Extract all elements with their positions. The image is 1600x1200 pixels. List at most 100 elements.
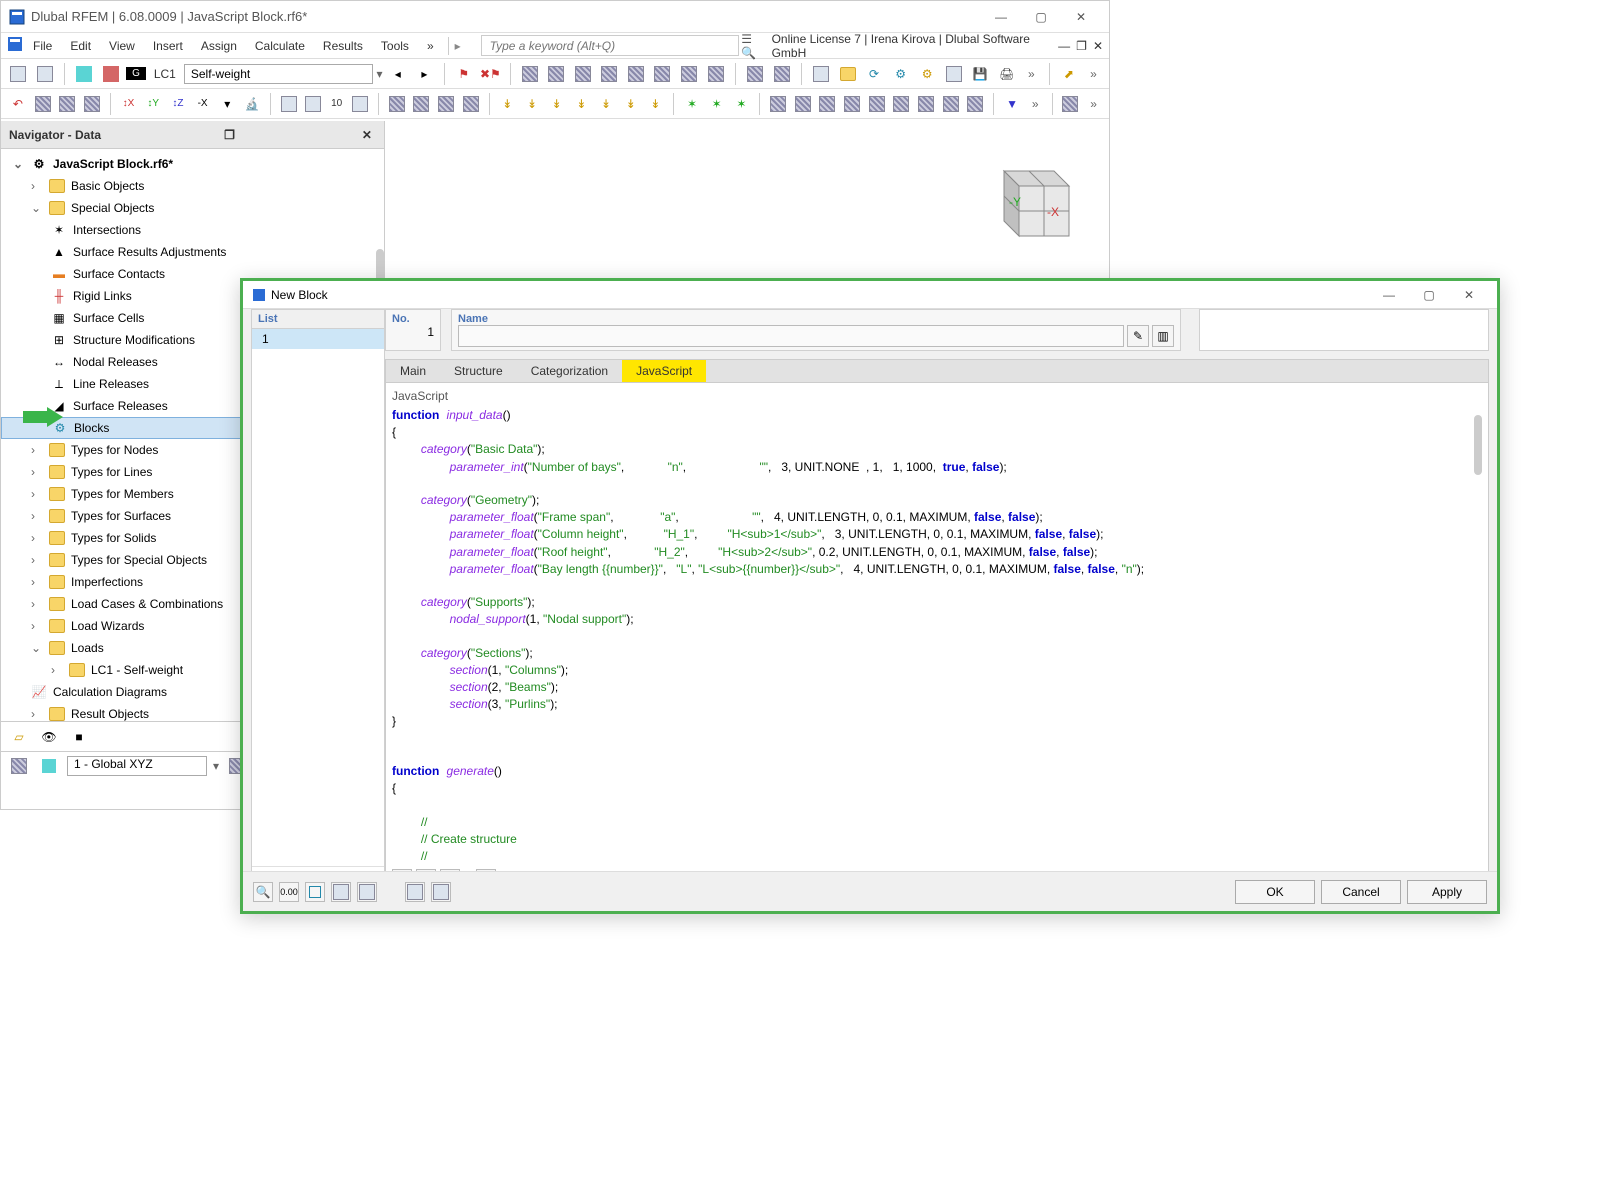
tree-intersections[interactable]: ✶Intersections bbox=[1, 219, 384, 241]
tb-folder-icon[interactable] bbox=[836, 62, 859, 86]
tb2-green3-icon[interactable]: ✶ bbox=[731, 92, 753, 116]
menu-assign[interactable]: Assign bbox=[193, 37, 245, 55]
tb2-obj1-icon[interactable] bbox=[767, 92, 789, 116]
menu-calculate[interactable]: Calculate bbox=[247, 37, 313, 55]
footer-view2-icon[interactable] bbox=[331, 882, 351, 902]
tb2-load3-icon[interactable]: ↡ bbox=[546, 92, 568, 116]
footer-view1-icon[interactable] bbox=[305, 882, 325, 902]
tb2-cube2-icon[interactable] bbox=[56, 92, 78, 116]
tb2-y-axis-icon[interactable]: ↕Y bbox=[142, 92, 164, 116]
tb2-obj2-icon[interactable] bbox=[792, 92, 814, 116]
footer-help-icon[interactable]: 🔍 bbox=[253, 882, 273, 902]
tb-vis-10-icon[interactable] bbox=[770, 62, 793, 86]
tb-vis-1-icon[interactable] bbox=[519, 62, 542, 86]
tb-save-icon[interactable]: 💾 bbox=[969, 62, 992, 86]
tb-flag-red-icon[interactable]: ⚑ bbox=[453, 62, 476, 86]
tb-vis-2-icon[interactable] bbox=[545, 62, 568, 86]
tb2-load4-icon[interactable]: ↡ bbox=[571, 92, 593, 116]
tb-flag-x-icon[interactable]: ✖⚑ bbox=[479, 62, 502, 86]
tb2-mesh2-icon[interactable] bbox=[410, 92, 432, 116]
tb2-obj7-icon[interactable] bbox=[915, 92, 937, 116]
nav-tab-eye-icon[interactable]: 👁 bbox=[37, 725, 61, 749]
tb2-cube3-icon[interactable] bbox=[81, 92, 103, 116]
footer-view4-icon[interactable] bbox=[405, 882, 425, 902]
tb-gear-gold-icon[interactable]: ⚙ bbox=[916, 62, 939, 86]
code-editor[interactable]: function input_data() { category("Basic … bbox=[392, 407, 1482, 865]
tb2-more-chevron[interactable]: » bbox=[1026, 97, 1045, 111]
tb-more-chevron-2[interactable]: » bbox=[1084, 67, 1103, 81]
tb2-obj8-icon[interactable] bbox=[940, 92, 962, 116]
viewport-orientation-cube[interactable]: -Y -X bbox=[979, 151, 1079, 251]
window-restore-inner-icon[interactable]: ❐ bbox=[1076, 39, 1087, 53]
tb-color-cyan[interactable] bbox=[73, 62, 96, 86]
tb-vis-6-icon[interactable] bbox=[651, 62, 674, 86]
menu-more[interactable]: » bbox=[419, 37, 442, 55]
lc-select[interactable]: Self-weight bbox=[184, 64, 373, 84]
tb-gear-blue-icon[interactable]: ⚙ bbox=[889, 62, 912, 86]
tb2-mesh3-icon[interactable] bbox=[435, 92, 457, 116]
tb2-microscope-icon[interactable]: 🔬 bbox=[241, 92, 263, 116]
name-book-icon[interactable]: ▥ bbox=[1152, 325, 1174, 347]
navigator-close-icon[interactable]: ✕ bbox=[358, 128, 376, 142]
ok-button[interactable]: OK bbox=[1235, 880, 1315, 904]
name-edit-icon[interactable]: ✎ bbox=[1127, 325, 1149, 347]
tb-properties-icon[interactable] bbox=[942, 62, 965, 86]
tb2-obj3-icon[interactable] bbox=[817, 92, 839, 116]
tb2-view2-icon[interactable] bbox=[302, 92, 324, 116]
cs-select[interactable]: 1 - Global XYZ bbox=[67, 756, 207, 776]
tb-vis-4-icon[interactable] bbox=[598, 62, 621, 86]
search-icon[interactable]: ☰🔍 bbox=[741, 32, 765, 60]
tree-surface-results[interactable]: ▲Surface Results Adjustments bbox=[1, 241, 384, 263]
tb-refresh-icon[interactable]: ⟳ bbox=[863, 62, 886, 86]
tb2-cube1-icon[interactable] bbox=[32, 92, 54, 116]
code-scrollbar[interactable] bbox=[1474, 415, 1482, 475]
tab-categorization[interactable]: Categorization bbox=[517, 360, 622, 382]
tb2-load1-icon[interactable]: ↡ bbox=[496, 92, 518, 116]
dialog-close-button[interactable]: ✕ bbox=[1449, 280, 1489, 310]
lc-prev-icon[interactable]: ◂ bbox=[387, 62, 410, 86]
tb2-load7-icon[interactable]: ↡ bbox=[645, 92, 667, 116]
cancel-button[interactable]: Cancel bbox=[1321, 880, 1401, 904]
tb2-obj5-icon[interactable] bbox=[866, 92, 888, 116]
tb2-x-axis-icon[interactable]: ↕X bbox=[118, 92, 140, 116]
lc-next-icon[interactable]: ▸ bbox=[413, 62, 436, 86]
tb2-undo-icon[interactable]: ↶ bbox=[7, 92, 29, 116]
maximize-button[interactable]: ▢ bbox=[1021, 2, 1061, 32]
tb-vis-5-icon[interactable] bbox=[625, 62, 648, 86]
tb2-load6-icon[interactable]: ↡ bbox=[620, 92, 642, 116]
menu-view[interactable]: View bbox=[101, 37, 143, 55]
tb2-obj9-icon[interactable] bbox=[965, 92, 987, 116]
nav-tab-data-icon[interactable]: ▱ bbox=[7, 725, 31, 749]
tb2-load2-icon[interactable]: ↡ bbox=[521, 92, 543, 116]
tab-structure[interactable]: Structure bbox=[440, 360, 517, 382]
tb-more-chevron[interactable]: » bbox=[1022, 67, 1041, 81]
menu-insert[interactable]: Insert bbox=[145, 37, 191, 55]
menu-edit[interactable]: Edit bbox=[62, 37, 99, 55]
cs-color-icon[interactable] bbox=[37, 754, 61, 778]
dropdown-icon[interactable]: ▾ bbox=[377, 67, 383, 81]
cs-axes-icon[interactable] bbox=[7, 754, 31, 778]
tb-vis-8-icon[interactable] bbox=[704, 62, 727, 86]
tb2-more-chevron-2[interactable]: » bbox=[1084, 97, 1103, 111]
tb2-mesh1-icon[interactable] bbox=[386, 92, 408, 116]
tb2-obj6-icon[interactable] bbox=[891, 92, 913, 116]
footer-view5-icon[interactable] bbox=[431, 882, 451, 902]
tb-new-icon[interactable] bbox=[7, 62, 30, 86]
list-row-1[interactable]: 1 bbox=[252, 329, 384, 349]
menu-file[interactable]: File bbox=[25, 37, 60, 55]
footer-view3-icon[interactable] bbox=[357, 882, 377, 902]
tb2-view1-icon[interactable] bbox=[278, 92, 300, 116]
apply-button[interactable]: Apply bbox=[1407, 880, 1487, 904]
tb2-load5-icon[interactable]: ↡ bbox=[595, 92, 617, 116]
menu-results[interactable]: Results bbox=[315, 37, 371, 55]
dialog-maximize-button[interactable]: ▢ bbox=[1409, 280, 1449, 310]
tab-javascript[interactable]: JavaScript bbox=[622, 360, 706, 382]
tb2-view3-icon[interactable] bbox=[349, 92, 371, 116]
tb-print-icon[interactable]: 🖨 bbox=[995, 62, 1018, 86]
tab-main[interactable]: Main bbox=[386, 360, 440, 382]
tb2-mesh4-icon[interactable] bbox=[460, 92, 482, 116]
tb2-filter-icon[interactable]: ▼ bbox=[1001, 92, 1023, 116]
tb-vis-9-icon[interactable] bbox=[744, 62, 767, 86]
tree-special-objects[interactable]: ⌄Special Objects bbox=[1, 197, 384, 219]
footer-units-icon[interactable]: 0.00 bbox=[279, 882, 299, 902]
